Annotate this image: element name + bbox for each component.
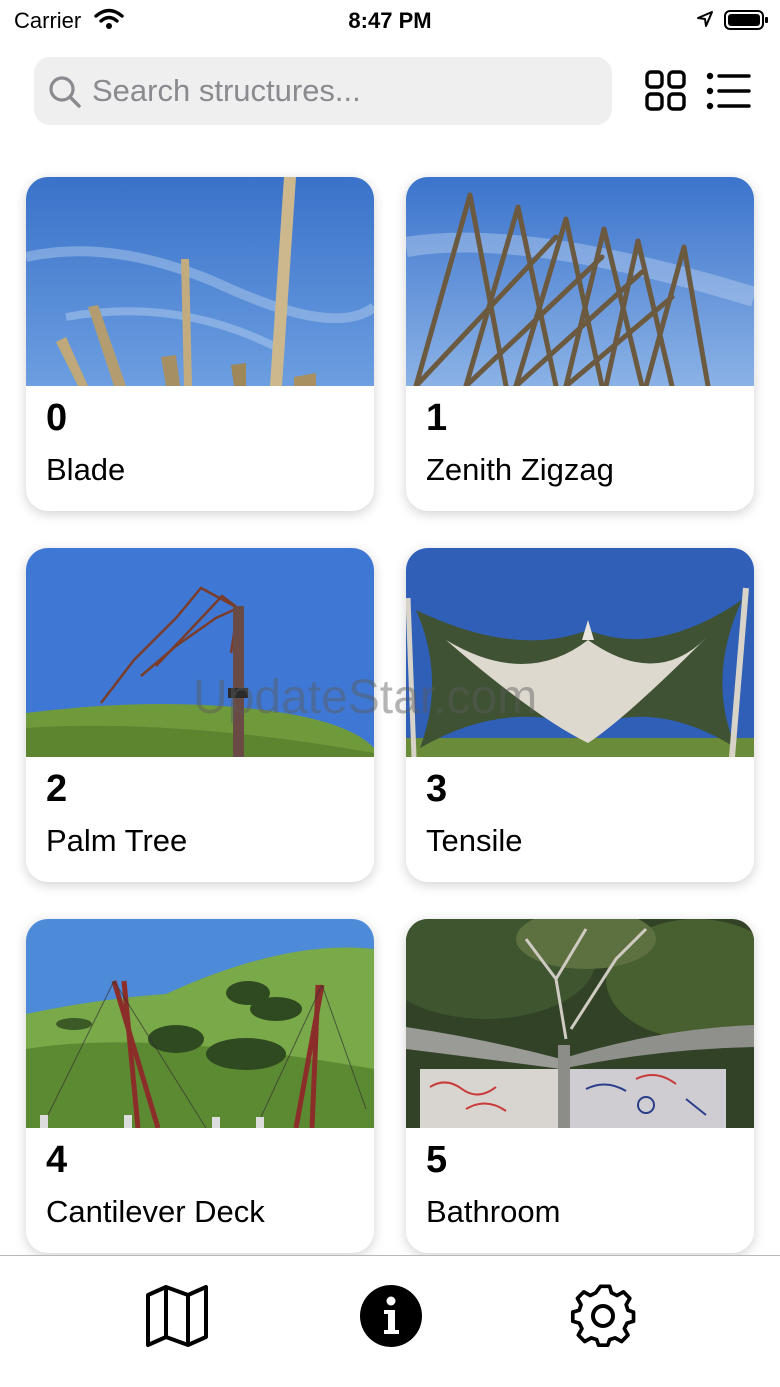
structure-photo bbox=[26, 919, 374, 1128]
search-icon bbox=[48, 75, 82, 114]
structure-card[interactable]: 4 Cantilever Deck bbox=[26, 919, 374, 1253]
structure-photo bbox=[406, 548, 754, 757]
structure-name: Cantilever Deck bbox=[46, 1194, 265, 1229]
structure-photo bbox=[406, 919, 754, 1128]
tab-bar bbox=[0, 1255, 780, 1387]
structure-card[interactable]: 5 Bathroom bbox=[406, 919, 754, 1253]
map-icon[interactable] bbox=[144, 1283, 210, 1349]
battery-icon bbox=[724, 9, 770, 36]
structure-number: 5 bbox=[426, 1139, 448, 1181]
search-input[interactable] bbox=[92, 67, 592, 115]
structure-card[interactable]: 3 Tensile bbox=[406, 548, 754, 882]
structure-card[interactable]: 1 Zenith Zigzag bbox=[406, 177, 754, 511]
location-arrow-icon bbox=[696, 10, 714, 33]
structure-name: Tensile bbox=[426, 823, 523, 858]
grid-view-icon[interactable] bbox=[644, 70, 688, 117]
structure-name: Zenith Zigzag bbox=[426, 452, 614, 487]
structure-name: Bathroom bbox=[426, 1194, 561, 1229]
structure-card[interactable]: 2 Palm Tree bbox=[26, 548, 374, 882]
structure-number: 4 bbox=[46, 1139, 68, 1181]
structure-name: Palm Tree bbox=[46, 823, 188, 858]
structure-photo bbox=[26, 548, 374, 757]
list-view-icon[interactable] bbox=[706, 72, 752, 115]
structure-number: 3 bbox=[426, 768, 448, 810]
structure-number: 0 bbox=[46, 397, 68, 439]
settings-gear-icon[interactable] bbox=[570, 1283, 636, 1349]
status-bar: Carrier 8:47 PM bbox=[0, 0, 780, 40]
structure-photo bbox=[26, 177, 374, 386]
structure-number: 2 bbox=[46, 768, 68, 810]
structure-number: 1 bbox=[426, 397, 448, 439]
structure-photo bbox=[406, 177, 754, 386]
structure-name: Blade bbox=[46, 452, 126, 487]
clock: 8:47 PM bbox=[348, 8, 432, 33]
search-bar[interactable] bbox=[34, 57, 612, 125]
structure-card[interactable]: 0 Blade bbox=[26, 177, 374, 511]
info-icon[interactable] bbox=[358, 1283, 424, 1349]
